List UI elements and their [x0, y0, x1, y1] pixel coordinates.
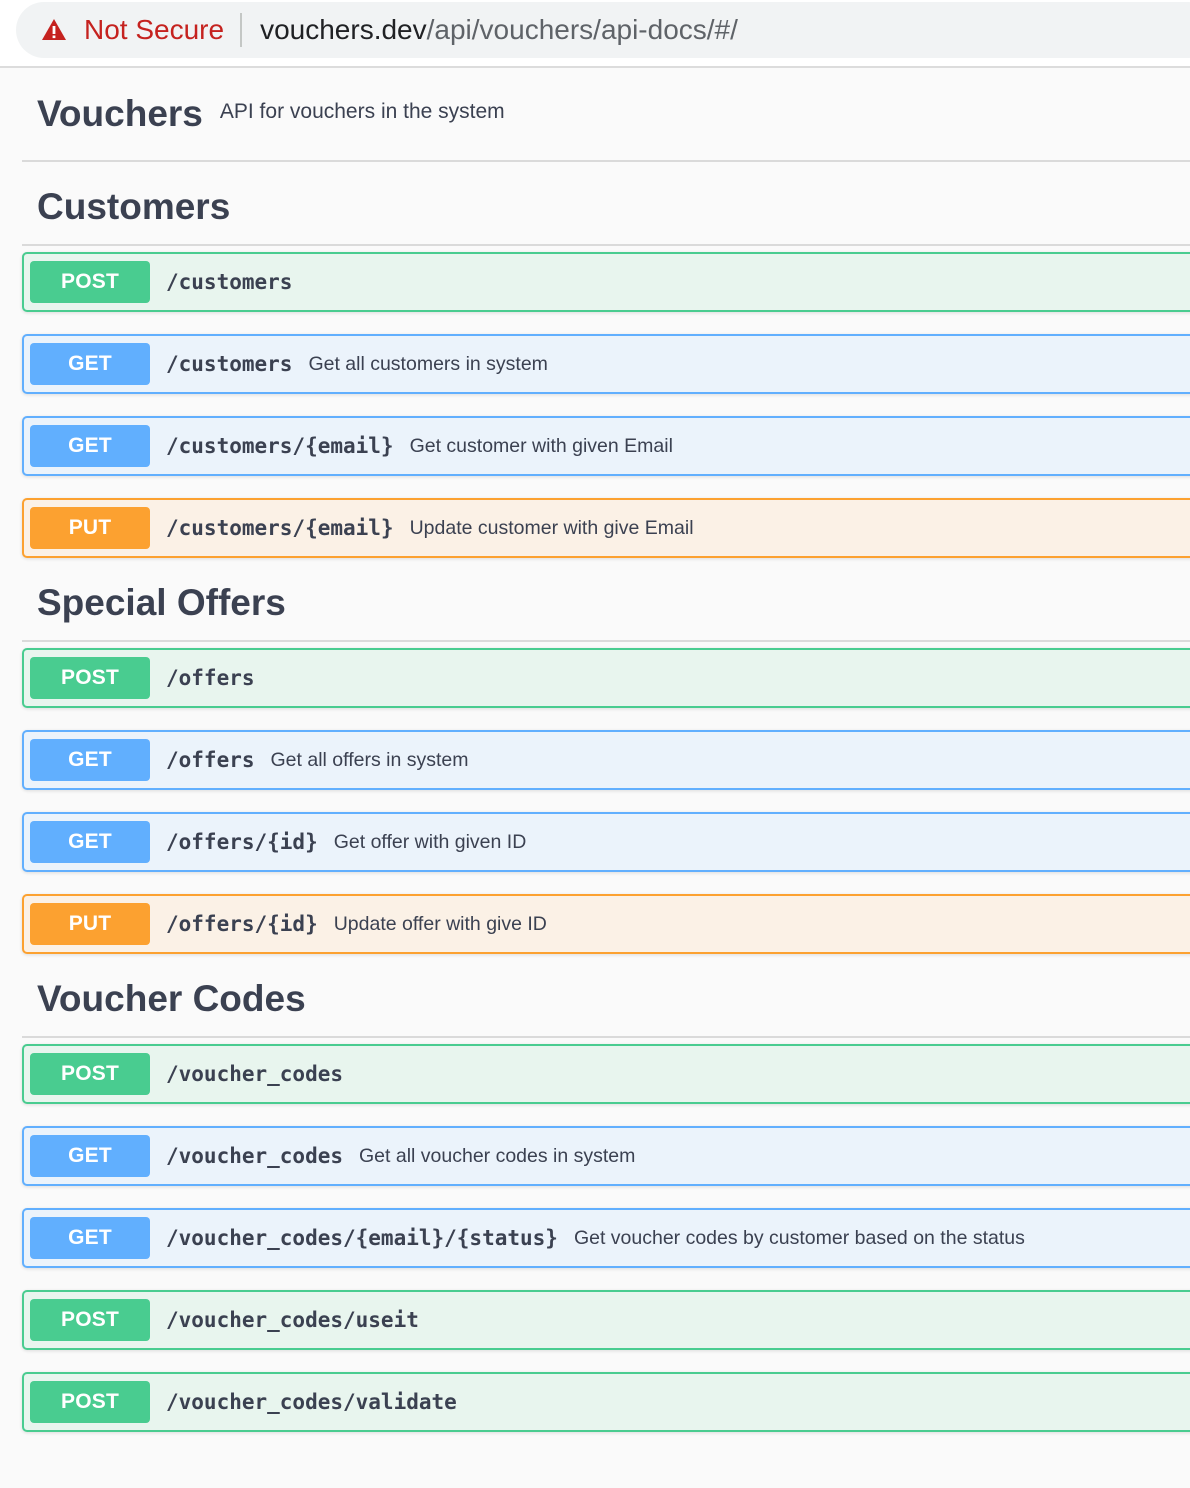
- tag-section: Customers POST/customers GET/customers Get …: [22, 162, 1190, 558]
- operation-path: /offers/{id}: [166, 912, 318, 936]
- operation-path: /offers: [166, 748, 255, 772]
- method-badge: GET: [30, 739, 150, 781]
- operation-post[interactable]: POST/voucher_codes/validate: [22, 1372, 1190, 1432]
- method-badge: POST: [30, 1381, 150, 1423]
- operation-get[interactable]: GET/customers Get all customers in system: [22, 334, 1190, 394]
- operation-post[interactable]: POST/voucher_codes: [22, 1044, 1190, 1104]
- operation-path: /voucher_codes/{email}/{status}: [166, 1226, 558, 1250]
- operation-summary: Get voucher codes by customer based on t…: [573, 1226, 1025, 1249]
- operation-path: /customers/{email}: [166, 434, 394, 458]
- operation-path: /voucher_codes/useit: [166, 1308, 419, 1332]
- warning-triangle-icon[interactable]: [40, 16, 68, 44]
- tag-section: Special Offers POST/offers GET/offers Get a…: [22, 558, 1190, 954]
- operation-summary: Get customer with given Email: [409, 434, 673, 457]
- api-docs-page: Vouchers API for vouchers in the system …: [22, 68, 1190, 1432]
- operation-path: /voucher_codes: [166, 1144, 344, 1168]
- operation-put[interactable]: PUT/customers/{email} Update customer wit…: [22, 498, 1190, 558]
- operation-path: /offers: [166, 666, 255, 690]
- operation-summary: Get all customers in system: [308, 352, 548, 375]
- api-description: API for vouchers in the system: [219, 100, 505, 123]
- method-badge: PUT: [30, 903, 150, 945]
- url-host: vouchers.dev: [260, 14, 427, 45]
- operation-summary: Get offer with given ID: [333, 830, 527, 853]
- url-path: /api/vouchers/api-docs/#/: [426, 14, 738, 45]
- operation-path: /customers: [166, 270, 293, 294]
- method-badge: POST: [30, 261, 150, 303]
- operation-path: /voucher_codes/validate: [166, 1390, 457, 1414]
- operation-path: /offers/{id}: [166, 830, 318, 854]
- tag-header[interactable]: Customers: [22, 162, 1190, 246]
- api-info: Vouchers API for vouchers in the system: [22, 68, 1190, 162]
- operation-summary: Update offer with give ID: [333, 912, 547, 935]
- method-badge: GET: [30, 1217, 150, 1259]
- operation-summary: Update customer with give Email: [409, 516, 694, 539]
- url-text[interactable]: vouchers.dev/api/vouchers/api-docs/#/: [260, 14, 738, 46]
- operation-get[interactable]: GET/offers/{id} Get offer with given ID: [22, 812, 1190, 872]
- operation-get[interactable]: GET/voucher_codes Get all voucher codes i…: [22, 1126, 1190, 1186]
- method-badge: POST: [30, 1053, 150, 1095]
- operation-summary: Get all voucher codes in system: [359, 1144, 636, 1167]
- tag-name: Customers: [37, 186, 231, 227]
- tag-list: Customers POST/customers GET/customers Get …: [22, 162, 1190, 1432]
- operation-post[interactable]: POST/offers: [22, 648, 1190, 708]
- operation-get[interactable]: GET/offers Get all offers in system: [22, 730, 1190, 790]
- method-badge: PUT: [30, 507, 150, 549]
- operation-path: /customers: [166, 352, 293, 376]
- operation-summary: Get all offers in system: [270, 748, 469, 771]
- tag-header[interactable]: Voucher Codes: [22, 954, 1190, 1038]
- method-badge: GET: [30, 425, 150, 467]
- tag-name: Voucher Codes: [37, 978, 306, 1019]
- operation-path: /customers/{email}: [166, 516, 394, 540]
- operation-path: /voucher_codes: [166, 1062, 344, 1086]
- security-status-label[interactable]: Not Secure: [84, 14, 224, 46]
- operation-get[interactable]: GET/customers/{email} Get customer with g…: [22, 416, 1190, 476]
- address-bar[interactable]: Not Secure vouchers.dev/api/vouchers/api…: [16, 2, 1190, 58]
- method-badge: GET: [30, 821, 150, 863]
- method-badge: POST: [30, 1299, 150, 1341]
- operation-post[interactable]: POST/voucher_codes/useit: [22, 1290, 1190, 1350]
- tag-header[interactable]: Special Offers: [22, 558, 1190, 642]
- tag-section: Voucher Codes POST/voucher_codes GET/vouch…: [22, 954, 1190, 1432]
- operation-get[interactable]: GET/voucher_codes/{email}/{status} Get vo…: [22, 1208, 1190, 1268]
- api-title: Vouchers: [37, 93, 203, 134]
- address-divider: [240, 13, 243, 47]
- tag-name: Special Offers: [37, 582, 286, 623]
- operation-put[interactable]: PUT/offers/{id} Update offer with give ID: [22, 894, 1190, 954]
- browser-toolbar: Not Secure vouchers.dev/api/vouchers/api…: [0, 0, 1190, 68]
- operation-post[interactable]: POST/customers: [22, 252, 1190, 312]
- method-badge: GET: [30, 343, 150, 385]
- method-badge: GET: [30, 1135, 150, 1177]
- method-badge: POST: [30, 657, 150, 699]
